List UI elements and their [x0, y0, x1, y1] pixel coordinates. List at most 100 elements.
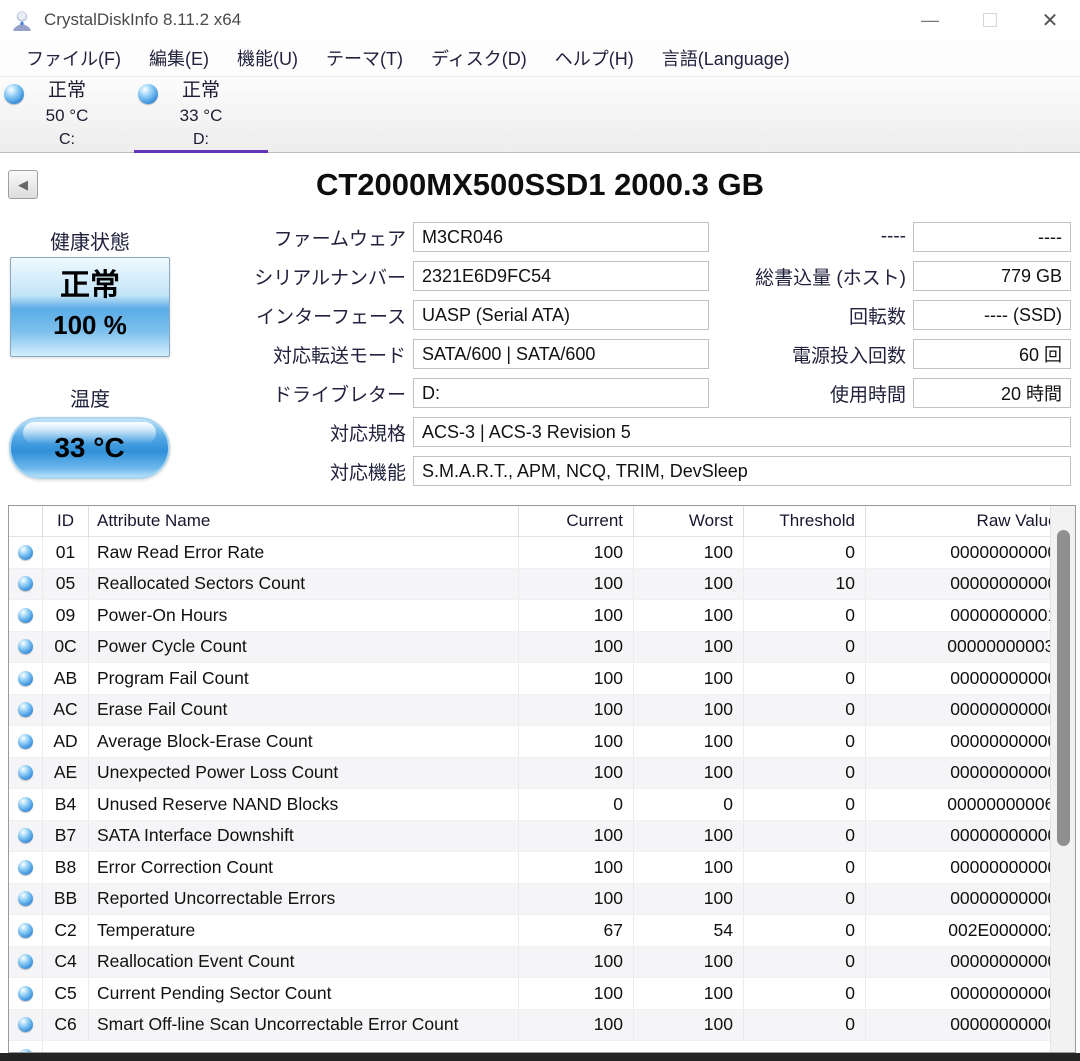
- field-label: ----: [880, 226, 906, 247]
- attribute-name-cell: Reallocation Event Count: [89, 946, 519, 977]
- menu-item[interactable]: 編集(E): [135, 40, 223, 76]
- smart-attribute-row[interactable]: 05 Reallocated Sectors Count 100 100 10 …: [9, 568, 1075, 600]
- status-cell: [9, 883, 43, 914]
- status-good-icon: [18, 576, 33, 592]
- smart-attribute-row[interactable]: B8 Error Correction Count 100 100 0 0000…: [9, 852, 1075, 884]
- field-value-box[interactable]: D:: [413, 378, 709, 408]
- status-good-icon: [18, 985, 33, 1001]
- health-percent-text: 100 %: [53, 310, 127, 340]
- raw-value-cell: 000000000000: [950, 951, 1067, 972]
- smart-attribute-row[interactable]: BB Reported Uncorrectable Errors 100 100…: [9, 883, 1075, 915]
- current-value-cell: 100: [519, 757, 634, 788]
- attribute-id-cell: 01: [43, 537, 89, 568]
- worst-value-cell: 100: [634, 568, 744, 599]
- temperature-value: 33 °C: [54, 432, 125, 463]
- menu-item[interactable]: 言語(Language): [648, 40, 804, 76]
- status-good-icon: [18, 702, 33, 718]
- smart-attribute-row[interactable]: 09 Power-On Hours 100 100 0 000000000014: [9, 600, 1075, 632]
- field-value-box[interactable]: ----: [913, 222, 1071, 252]
- threshold-value-cell: 0: [744, 600, 866, 631]
- current-value-cell: 100: [519, 726, 634, 757]
- maximize-button[interactable]: [960, 0, 1020, 40]
- current-value-cell: 67: [519, 915, 634, 946]
- smart-attribute-row[interactable]: AC Erase Fail Count 100 100 0 0000000000…: [9, 694, 1075, 726]
- attribute-id-cell: 05: [43, 568, 89, 599]
- vertical-scrollbar[interactable]: [1050, 506, 1075, 1052]
- field-value-box[interactable]: 779 GB: [913, 261, 1071, 291]
- attribute-name-cell: Reported Uncorrectable Errors: [89, 883, 519, 914]
- field-value-box[interactable]: ACS-3 | ACS-3 Revision 5: [413, 417, 1071, 447]
- minimize-button[interactable]: —: [900, 0, 960, 40]
- smart-attribute-row[interactable]: 01 Raw Read Error Rate 100 100 0 0000000…: [9, 537, 1075, 569]
- field-label: インターフェース: [256, 306, 406, 328]
- field-value-box[interactable]: 2321E6D9FC54: [413, 261, 709, 291]
- attribute-name-cell: Erase Fail Count: [89, 694, 519, 725]
- smart-attribute-row[interactable]: C4 Reallocation Event Count 100 100 0 00…: [9, 946, 1075, 978]
- health-status-button[interactable]: 正常 100 %: [10, 257, 170, 357]
- attribute-name-cell: Unexpected Power Loss Count: [89, 757, 519, 788]
- current-value-cell: 100: [519, 631, 634, 662]
- smart-attribute-row[interactable]: AD Average Block-Erase Count 100 100 0 0…: [9, 726, 1075, 758]
- field-value-box[interactable]: M3CR046: [413, 222, 709, 252]
- status-cell: [9, 852, 43, 883]
- attribute-name-cell: SATA Interface Downshift: [89, 820, 519, 851]
- drive-tab[interactable]: 正常 33 °C D:: [134, 77, 268, 153]
- current-value-cell: 100: [519, 978, 634, 1009]
- status-cell: [9, 663, 43, 694]
- worst-value-cell: 100: [634, 978, 744, 1009]
- scrollbar-thumb[interactable]: [1057, 530, 1070, 846]
- attribute-id-cell: C5: [43, 978, 89, 1009]
- smart-attribute-row[interactable]: AB Program Fail Count 100 100 0 00000000…: [9, 663, 1075, 695]
- name-column-header: Attribute Name: [89, 506, 519, 536]
- attribute-id-cell: BB: [43, 883, 89, 914]
- drive-info-fields-left: ファームウェア M3CR046 シリアルナンバー 2321E6D9FC54 イン…: [233, 222, 709, 417]
- status-cell: [9, 568, 43, 599]
- field-value-box[interactable]: ---- (SSD): [913, 300, 1071, 330]
- status-cell: [9, 600, 43, 631]
- menu-item[interactable]: ヘルプ(H): [541, 40, 648, 76]
- menu-item[interactable]: 機能(U): [223, 40, 312, 76]
- menu-bar: ファイル(F) 編集(E) 機能(U) テーマ(T) ディスク(D) ヘルプ(H…: [0, 40, 1080, 76]
- raw-value-cell: 000000000000: [950, 856, 1067, 877]
- threshold-value-cell: 0: [744, 915, 866, 946]
- smart-attribute-row-partial[interactable]: [9, 1041, 1075, 1052]
- field-value-box[interactable]: SATA/600 | SATA/600: [413, 339, 709, 369]
- smart-attribute-row[interactable]: C6 Smart Off-line Scan Uncorrectable Err…: [9, 1009, 1075, 1041]
- status-cell: [9, 946, 43, 977]
- smart-attribute-row[interactable]: C5 Current Pending Sector Count 100 100 …: [9, 978, 1075, 1010]
- worst-value-cell: 100: [634, 1009, 744, 1040]
- worst-value-cell: 100: [634, 600, 744, 631]
- attribute-id-cell: 09: [43, 600, 89, 631]
- field-label: 総書込量 (ホスト): [755, 267, 906, 289]
- info-field-row: 電源投入回数 60 回: [713, 339, 1071, 369]
- smart-attribute-row[interactable]: 0C Power Cycle Count 100 100 0 000000000…: [9, 631, 1075, 663]
- field-value-box[interactable]: 60 回: [913, 339, 1071, 369]
- current-value-cell: 100: [519, 883, 634, 914]
- temperature-button[interactable]: 33 °C: [9, 417, 170, 479]
- raw-value-cell: 000000000000: [950, 541, 1067, 562]
- info-field-row: ---- ----: [713, 222, 1071, 252]
- attribute-name-cell: Power Cycle Count: [89, 631, 519, 662]
- menu-item[interactable]: ディスク(D): [417, 40, 541, 76]
- field-value-box[interactable]: 20 時間: [913, 378, 1071, 408]
- smart-attribute-row[interactable]: AE Unexpected Power Loss Count 100 100 0…: [9, 757, 1075, 789]
- smart-attribute-row[interactable]: B4 Unused Reserve NAND Blocks 0 0 0 0000…: [9, 789, 1075, 821]
- attribute-id-cell: AD: [43, 726, 89, 757]
- field-label: 対応機能: [329, 462, 406, 484]
- smart-attribute-row[interactable]: C2 Temperature 67 54 0 002E00000021: [9, 915, 1075, 947]
- smart-attribute-row[interactable]: B7 SATA Interface Downshift 100 100 0 00…: [9, 820, 1075, 852]
- field-value-box[interactable]: UASP (Serial ATA): [413, 300, 709, 330]
- attribute-id-cell: C4: [43, 946, 89, 977]
- menu-item[interactable]: テーマ(T): [312, 40, 417, 76]
- menu-item[interactable]: ファイル(F): [12, 40, 135, 76]
- worst-value-cell: 100: [634, 883, 744, 914]
- status-cell: [9, 726, 43, 757]
- status-cell: [9, 1041, 43, 1052]
- close-button[interactable]: ✕: [1020, 0, 1080, 40]
- window-controls: — ✕: [900, 0, 1080, 40]
- drive-tab[interactable]: 正常 50 °C C:: [0, 77, 134, 153]
- raw-value-cell: 000000000007: [950, 762, 1067, 783]
- attribute-name-cell: Average Block-Erase Count: [89, 726, 519, 757]
- attribute-id-cell: AB: [43, 663, 89, 694]
- field-value-box[interactable]: S.M.A.R.T., APM, NCQ, TRIM, DevSleep: [413, 456, 1071, 486]
